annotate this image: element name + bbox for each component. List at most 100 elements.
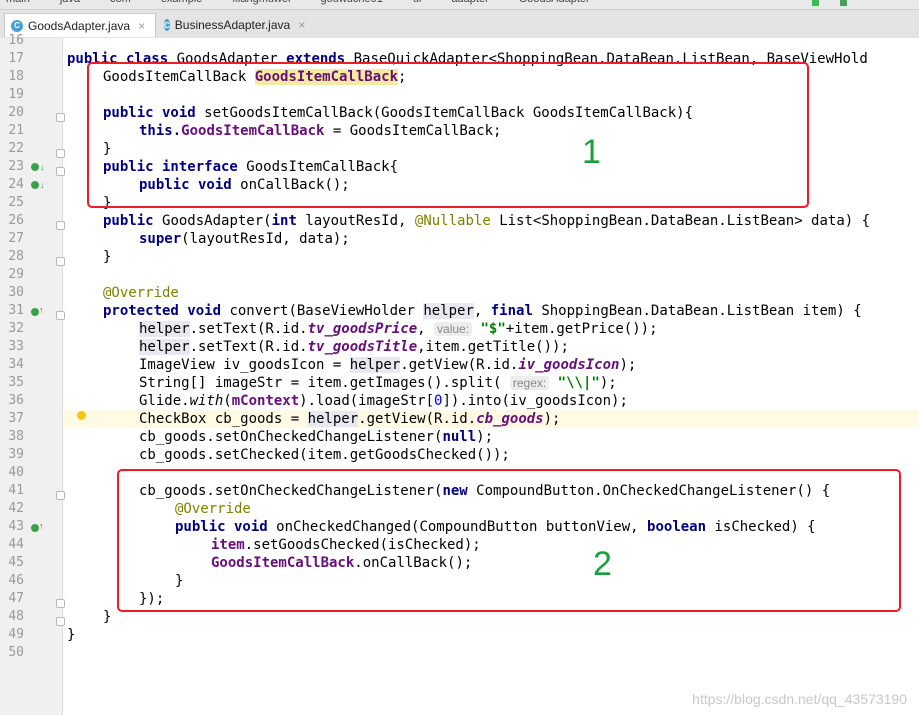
editor-tab-bar: C GoodsAdapter.java × C BusinessAdapter.… bbox=[0, 10, 919, 39]
line-number: 17 bbox=[8, 51, 24, 66]
line-number: 49 bbox=[8, 627, 24, 642]
code-token: , bbox=[473, 303, 491, 319]
implemented-icon[interactable] bbox=[31, 181, 39, 189]
breadcrumb-item[interactable]: GoodsAdapter bbox=[519, 0, 590, 5]
breadcrumb-item[interactable]: com bbox=[110, 0, 131, 5]
code-token: ); bbox=[619, 357, 637, 373]
fold-marker[interactable] bbox=[56, 149, 65, 158]
arrow-up-icon: ↑ bbox=[39, 305, 44, 315]
lightbulb-icon[interactable] bbox=[77, 411, 86, 420]
debug-icon[interactable] bbox=[840, 0, 847, 6]
line-number: 45 bbox=[8, 555, 24, 570]
code-token: (layoutResId, data); bbox=[181, 231, 350, 247]
code-token: tv_goodsPrice bbox=[307, 321, 418, 337]
override-icon[interactable] bbox=[31, 524, 39, 532]
code-token: ImageView iv_goodsIcon = bbox=[139, 357, 350, 373]
code-token: helper bbox=[139, 321, 190, 337]
code-token: .setText(R.id. bbox=[189, 339, 308, 355]
code-token: "$" bbox=[480, 321, 506, 337]
line-number: 24 bbox=[8, 177, 24, 192]
code-token: +item.getPrice()); bbox=[505, 321, 658, 337]
code-line-39[interactable]: cb_goods.setChecked(item.getGoodsChecked… bbox=[139, 446, 510, 464]
code-line-36[interactable]: Glide.with(mContext).load(imageStr[0]).i… bbox=[139, 392, 628, 410]
close-icon[interactable]: × bbox=[298, 18, 305, 32]
code-line-32[interactable]: helper.setText(R.id.tv_goodsPrice, value… bbox=[139, 320, 658, 338]
navigation-breadcrumb: main java com example xiangmuwei gouwuche01 ui… bbox=[0, 0, 919, 10]
code-token: CheckBox cb_goods = bbox=[139, 411, 308, 427]
code-line-31[interactable]: protected void convert(BaseViewHolder he… bbox=[103, 302, 862, 320]
code-token: mContext bbox=[231, 393, 300, 409]
fold-marker[interactable] bbox=[56, 167, 65, 176]
code-line-38[interactable]: cb_goods.setOnCheckedChangeListener(null… bbox=[139, 428, 493, 446]
close-icon[interactable]: × bbox=[138, 19, 145, 33]
code-line-49[interactable]: } bbox=[67, 626, 75, 644]
implemented-icon[interactable] bbox=[31, 163, 39, 171]
run-icon[interactable] bbox=[812, 0, 819, 6]
code-token: .getView(R.id. bbox=[358, 411, 477, 427]
fold-marker[interactable] bbox=[56, 221, 65, 230]
class-icon: C bbox=[11, 19, 23, 32]
line-number: 46 bbox=[8, 573, 24, 588]
line-number: 30 bbox=[8, 285, 24, 300]
fold-marker[interactable] bbox=[56, 113, 65, 122]
tab-goods-adapter[interactable]: C GoodsAdapter.java × bbox=[4, 13, 156, 37]
fold-marker[interactable] bbox=[56, 311, 65, 320]
code-token: , bbox=[417, 321, 435, 337]
code-token: .setText(R.id. bbox=[189, 321, 308, 337]
breadcrumb-item[interactable]: adapter bbox=[451, 0, 488, 5]
code-token: with bbox=[189, 393, 224, 409]
code-token: ); bbox=[543, 411, 561, 427]
breadcrumb-item[interactable]: ui bbox=[413, 0, 422, 5]
code-line-26[interactable]: public GoodsAdapter(int layoutResId, @Nu… bbox=[103, 212, 870, 230]
breadcrumb-item[interactable]: java bbox=[60, 0, 80, 5]
line-number: 28 bbox=[8, 249, 24, 264]
code-line-35[interactable]: String[] imageStr = item.getImages().spl… bbox=[139, 374, 617, 392]
code-line-34[interactable]: ImageView iv_goodsIcon = helper.getView(… bbox=[139, 356, 636, 374]
class-icon: C bbox=[164, 19, 170, 31]
line-number: 40 bbox=[8, 465, 24, 480]
line-number: 19 bbox=[8, 87, 24, 102]
breadcrumb-item[interactable]: xiangmuwei bbox=[232, 0, 290, 5]
line-number: 34 bbox=[8, 357, 24, 372]
breadcrumb-item[interactable]: example bbox=[161, 0, 203, 5]
code-line-30[interactable]: @Override bbox=[103, 284, 179, 302]
code-line-28[interactable]: } bbox=[103, 248, 111, 266]
code-token: ]).into(iv_goodsIcon); bbox=[442, 393, 628, 409]
breadcrumb-item[interactable]: main bbox=[6, 0, 30, 5]
code-token: null bbox=[442, 429, 477, 445]
code-line-37[interactable]: CheckBox cb_goods = helper.getView(R.id.… bbox=[139, 410, 560, 428]
line-number: 20 bbox=[8, 105, 24, 120]
line-number: 44 bbox=[8, 537, 24, 552]
line-number: 38 bbox=[8, 429, 24, 444]
line-number: 26 bbox=[8, 213, 24, 228]
code-line-33[interactable]: helper.setText(R.id.tv_goodsTitle,item.g… bbox=[139, 338, 569, 356]
code-token: ); bbox=[476, 429, 494, 445]
code-token: cb_goods.setOnCheckedChangeListener( bbox=[139, 429, 443, 445]
code-token: ,item.getTitle()); bbox=[417, 339, 569, 355]
annotation-box-2 bbox=[117, 469, 901, 612]
code-token: cb_goods bbox=[476, 411, 544, 427]
code-token: ).load(imageStr[ bbox=[299, 393, 435, 409]
override-icon[interactable] bbox=[31, 308, 39, 316]
line-number: 39 bbox=[8, 447, 24, 462]
line-number: 22 bbox=[8, 141, 24, 156]
line-number: 16 bbox=[8, 33, 24, 48]
code-token: helper bbox=[423, 303, 474, 319]
code-token: public bbox=[103, 213, 163, 229]
tab-business-adapter[interactable]: C BusinessAdapter.java × bbox=[158, 13, 308, 37]
line-number: 48 bbox=[8, 609, 24, 624]
tab-label: GoodsAdapter.java bbox=[28, 18, 131, 33]
breadcrumb-item[interactable]: gouwuche01 bbox=[320, 0, 382, 5]
code-line-48[interactable]: } bbox=[103, 608, 111, 626]
code-line-27[interactable]: super(layoutResId, data); bbox=[139, 230, 350, 248]
line-number: 21 bbox=[8, 123, 24, 138]
fold-marker[interactable] bbox=[56, 599, 65, 608]
code-token: helper bbox=[307, 411, 359, 427]
code-token: ShoppingBean.DataBean.ListBean item) { bbox=[541, 303, 862, 319]
code-token: List<ShoppingBean.DataBean.ListBean> dat… bbox=[499, 213, 871, 229]
fold-marker[interactable] bbox=[56, 257, 65, 266]
line-number: 35 bbox=[8, 375, 24, 390]
line-number: 47 bbox=[8, 591, 24, 606]
fold-marker[interactable] bbox=[56, 617, 65, 626]
fold-marker[interactable] bbox=[56, 491, 65, 500]
